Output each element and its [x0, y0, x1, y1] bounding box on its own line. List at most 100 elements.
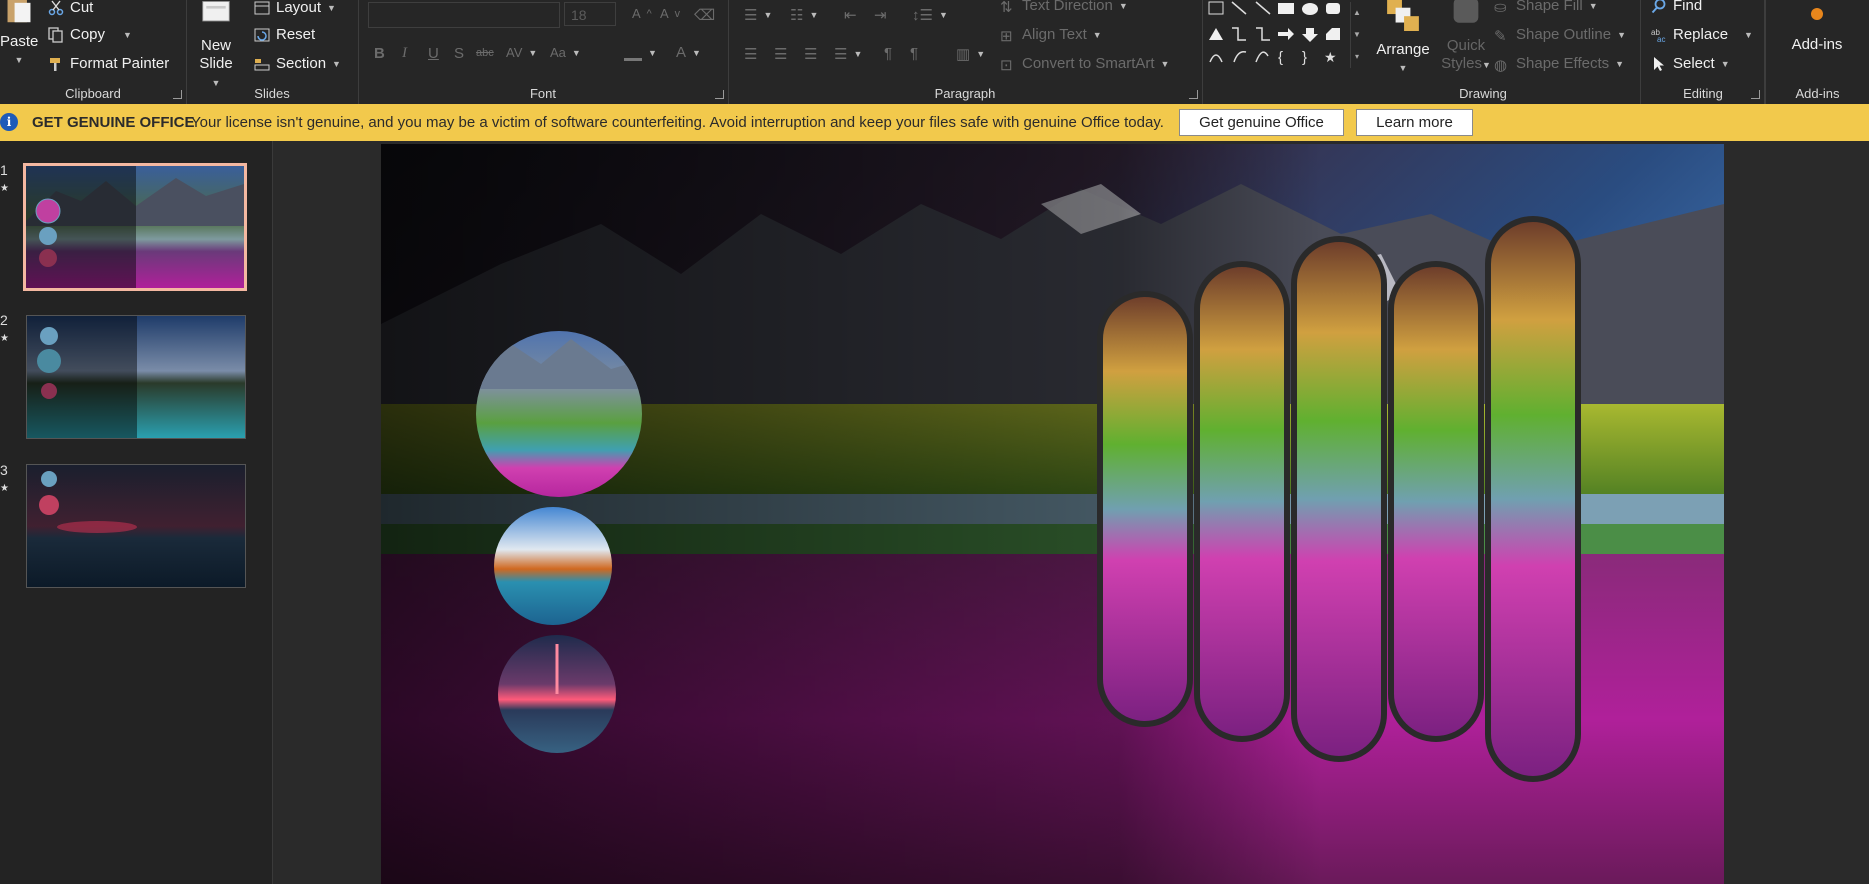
align-left-button[interactable]: ☰	[744, 45, 757, 63]
ltr-button[interactable]: ¶	[884, 45, 892, 62]
replace-label: Replace	[1673, 26, 1729, 43]
rtl-button[interactable]: ¶	[910, 45, 918, 62]
convert-smartart-button[interactable]: ⊡ Convert to SmartArt ▼	[1000, 55, 1169, 74]
underline-button[interactable]: U	[428, 45, 439, 62]
shapes-gallery-scroll[interactable]: ▲ ▼ ▾	[1350, 2, 1363, 68]
chevron-down-icon: ▼	[14, 55, 24, 65]
ribbon: Paste ▼ Cut Copy ▼ Format Painter Clipbo…	[0, 0, 1869, 105]
learn-more-button[interactable]: Learn more	[1356, 109, 1473, 136]
paste-button[interactable]: Paste ▼	[0, 0, 38, 69]
slide-thumbnail-image	[26, 166, 244, 288]
font-color-button[interactable]: A ▼	[676, 44, 701, 61]
cut-button[interactable]: Cut	[48, 0, 93, 16]
replace-button[interactable]: ab ac Replace ▼	[1651, 26, 1753, 43]
addins-icon	[1811, 8, 1823, 20]
info-icon: i	[0, 113, 18, 131]
scissors-icon	[48, 0, 64, 15]
slide-thumbnail-3[interactable]	[26, 464, 246, 588]
slide-thumbnail-image	[27, 316, 245, 438]
font-dialog-launcher[interactable]	[715, 90, 724, 99]
shadow-button[interactable]: S	[454, 45, 464, 62]
current-slide[interactable]	[381, 144, 1724, 884]
animation-star-icon: ★	[0, 333, 9, 344]
columns-button[interactable]: ▥ ▼	[956, 45, 985, 63]
change-case-button[interactable]: Aa ▼	[550, 45, 581, 60]
copy-icon	[48, 26, 63, 43]
strikethrough-button[interactable]: abc	[476, 47, 494, 59]
justify-button[interactable]: ☰ ▼	[834, 45, 862, 63]
layout-button[interactable]: Layout ▼	[254, 0, 336, 16]
format-painter-button[interactable]: Format Painter	[48, 55, 169, 72]
shape-effects-button[interactable]: ◍ Shape Effects ▼	[1494, 55, 1624, 74]
slide-thumbnail-2[interactable]	[26, 315, 246, 439]
new-slide-button[interactable]: New Slide ▼	[194, 0, 238, 92]
clipboard-dialog-launcher[interactable]	[173, 90, 182, 99]
section-button[interactable]: Section ▼	[254, 55, 341, 72]
bold-button[interactable]: B	[374, 45, 385, 62]
increase-indent-button[interactable]: ⇥	[874, 6, 887, 24]
reset-button[interactable]: Reset	[254, 26, 315, 43]
svg-text:★: ★	[1324, 50, 1337, 66]
notification-title: GET GENUINE OFFICE	[32, 114, 195, 131]
arrange-icon	[1387, 0, 1419, 31]
svg-text:}: }	[1302, 49, 1307, 66]
pill-shape-4[interactable]	[1388, 261, 1484, 742]
pencil-icon: ✎	[1494, 27, 1507, 45]
paragraph-dialog-launcher[interactable]	[1189, 90, 1198, 99]
layout-label: Layout	[276, 0, 322, 16]
get-genuine-office-button[interactable]: Get genuine Office	[1179, 109, 1344, 136]
slide-number: 1	[0, 162, 8, 178]
clipboard-group: Paste ▼ Cut Copy ▼ Format Painter Clipbo…	[0, 0, 187, 104]
slides-group-label: Slides	[254, 86, 290, 101]
layout-icon	[254, 1, 270, 14]
select-button[interactable]: Select ▼	[1651, 55, 1730, 72]
align-right-button[interactable]: ☰	[804, 45, 817, 63]
quick-styles-button[interactable]: Quick Styles▼	[1438, 0, 1494, 74]
shrink-font-button[interactable]: Av	[660, 6, 680, 21]
font-name-input[interactable]	[368, 2, 560, 28]
slide-thumbnail-1[interactable]	[23, 163, 247, 291]
shapes-gallery[interactable]: { } ★	[1206, 0, 1356, 70]
italic-button[interactable]: I	[402, 45, 407, 62]
clear-formatting-icon[interactable]: ⌫	[694, 6, 715, 24]
quick-styles-label-1: Quick	[1446, 37, 1486, 54]
font-group-label: Font	[529, 86, 556, 101]
align-center-button[interactable]: ☰	[774, 45, 787, 63]
font-size-input[interactable]: 18	[564, 2, 616, 26]
find-label: Find	[1673, 0, 1703, 14]
copy-button[interactable]: Copy ▼	[48, 26, 132, 43]
pill-shape-3[interactable]	[1291, 236, 1387, 762]
numbering-button[interactable]: ☷ ▼	[790, 6, 818, 24]
paintbrush-icon	[50, 57, 60, 71]
align-text-button[interactable]: ⊞ Align Text ▼	[1000, 26, 1102, 45]
slide-thumbnail-image	[27, 465, 245, 587]
addins-button-label: Add-ins	[1791, 36, 1843, 53]
pill-shape-1[interactable]	[1097, 291, 1193, 727]
cut-label: Cut	[70, 0, 94, 16]
grow-font-button[interactable]: A ^	[632, 6, 652, 21]
pill-shape-5[interactable]	[1485, 216, 1581, 782]
bullets-button[interactable]: ☰ ▼	[744, 6, 772, 24]
reset-icon	[254, 28, 270, 41]
find-button[interactable]: Find	[1651, 0, 1702, 14]
shape-fill-button[interactable]: ⛀ Shape Fill ▼	[1494, 0, 1598, 16]
line-spacing-button[interactable]: ↕☰ ▼	[912, 6, 948, 24]
copy-label: Copy	[70, 26, 106, 43]
select-label: Select	[1673, 55, 1715, 72]
paint-bucket-icon: ⛀	[1494, 0, 1507, 16]
addins-button[interactable]: Add-ins	[1775, 6, 1859, 54]
arrange-button[interactable]: Arrange ▼	[1368, 0, 1438, 77]
shape-effects-icon: ◍	[1494, 56, 1508, 74]
section-label: Section	[276, 55, 327, 72]
new-slide-icon	[202, 1, 230, 22]
decrease-indent-button[interactable]: ⇤	[844, 6, 857, 24]
character-spacing-button[interactable]: AV ▼	[506, 45, 537, 60]
shape-outline-button[interactable]: ✎ Shape Outline ▼	[1494, 26, 1626, 45]
new-slide-label-1: New	[200, 37, 231, 54]
highlight-color-button[interactable]: ▼	[624, 44, 657, 61]
chevron-down-icon[interactable]: ▼	[123, 30, 132, 40]
pill-shape-2[interactable]	[1194, 261, 1290, 742]
genuine-office-notification: i GET GENUINE OFFICE Your license isn't …	[0, 104, 1869, 141]
text-direction-button[interactable]: ⇅ Text Direction ▼	[1000, 0, 1128, 16]
slide-number: 3	[0, 462, 8, 478]
